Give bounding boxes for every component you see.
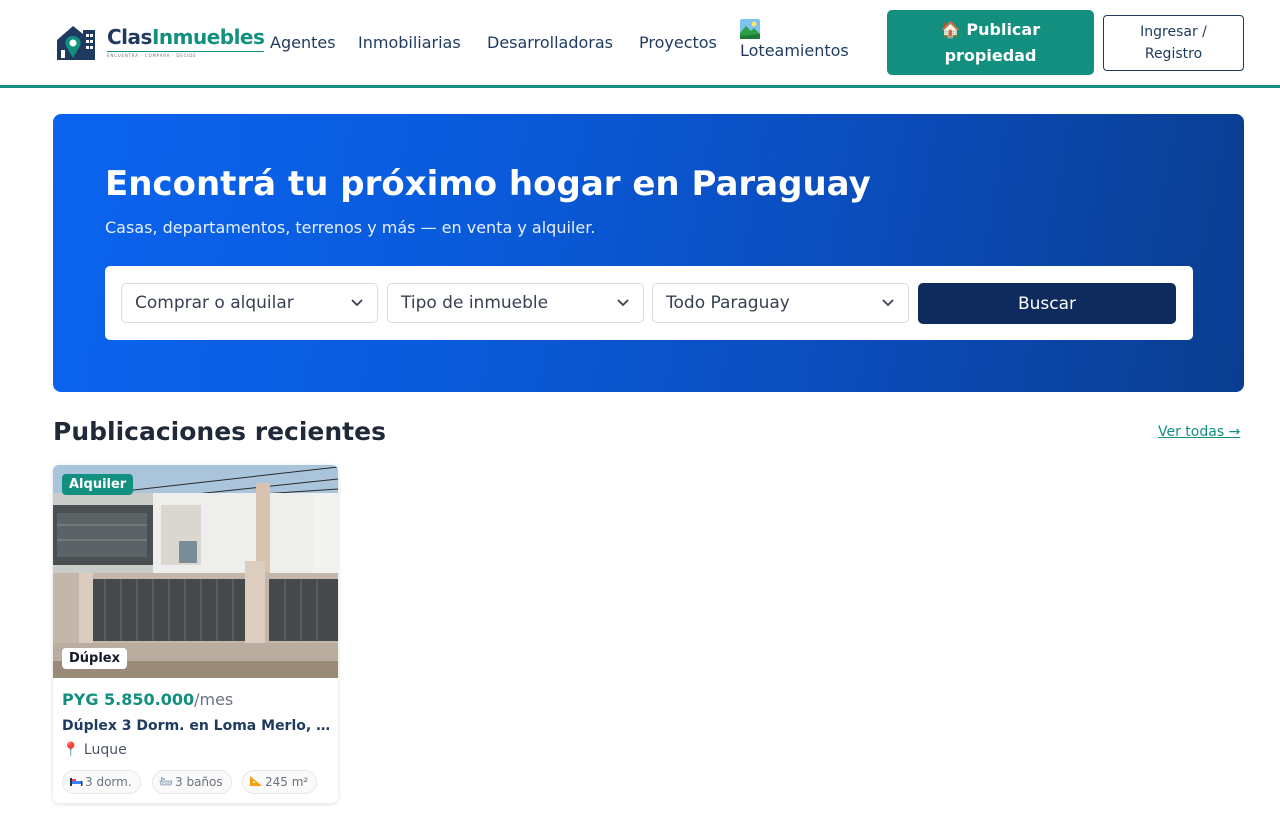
operation-select[interactable]: Comprar o alquilar [121, 283, 378, 323]
listing-location: 📍 Luque [62, 742, 127, 758]
nav-inmobiliarias[interactable]: Inmobiliarias [358, 33, 461, 52]
chevron-down-icon [617, 299, 629, 307]
hero-banner: Encontrá tu próximo hogar en Paraguay Ca… [53, 114, 1244, 392]
nav-agentes[interactable]: Agentes [270, 33, 336, 52]
search-button[interactable]: Buscar [918, 283, 1176, 324]
location-pin-icon: 📍 [62, 742, 80, 758]
property-type-select-value: Tipo de inmueble [401, 293, 549, 313]
bedrooms-value: 3 dorm. [85, 775, 132, 789]
login-label-line2: Registro [1144, 46, 1203, 62]
publicar-label-line2: propiedad [944, 45, 1037, 65]
hero-subtitle: Casas, departamentos, terrenos y más — e… [105, 218, 596, 237]
location-select-value: Todo Paraguay [666, 293, 790, 313]
listing-photo [53, 465, 338, 678]
area-value: 245 m² [265, 775, 309, 789]
nav-proyectos[interactable]: Proyectos [639, 33, 717, 52]
listing-price: PYG 5.850.000/mes [62, 690, 233, 709]
house-icon: 🏠 [940, 19, 961, 39]
property-type-badge: Dúplex [62, 648, 128, 669]
operation-select-value: Comprar o alquilar [135, 293, 294, 313]
listing-card[interactable]: Alquiler Dúplex PYG 5.850.000/mes Dúplex… [53, 465, 338, 803]
login-label-line1: Ingresar / [1140, 24, 1207, 40]
property-type-select[interactable]: Tipo de inmueble [387, 283, 644, 323]
bed-icon [70, 778, 83, 786]
listing-title[interactable]: Dúplex 3 Dorm. en Loma Merlo, Luque [62, 718, 332, 734]
ingresar-registro-button[interactable]: Ingresar / Registro [1103, 15, 1244, 71]
chevron-down-icon [351, 299, 363, 307]
logo-tagline: ENCUENTRA · COMPARA · DECIDE [107, 51, 265, 58]
price-amount: PYG 5.850.000 [62, 690, 195, 709]
search-bar: Comprar o alquilar Tipo de inmueble Todo… [105, 266, 1193, 340]
publicar-label-line1: Publicar [966, 19, 1041, 39]
bathrooms-value: 3 baños [175, 775, 223, 789]
chevron-down-icon [882, 299, 894, 307]
hero-title: Encontrá tu próximo hogar en Paraguay [105, 164, 871, 204]
see-all-link[interactable]: Ver todas → [1158, 424, 1240, 440]
logo[interactable]: ClasInmuebles ENCUENTRA · COMPARA · DECI… [53, 20, 265, 64]
operation-badge: Alquiler [62, 474, 134, 495]
area-chip: 245 m² [242, 770, 318, 794]
site-header: ClasInmuebles ENCUENTRA · COMPARA · DECI… [0, 0, 1280, 88]
publicar-propiedad-button[interactable]: 🏠 Publicar propiedad [887, 10, 1094, 75]
logo-wordmark: ClasInmuebles [107, 25, 265, 49]
location-select[interactable]: Todo Paraguay [652, 283, 909, 323]
landscape-icon [740, 19, 760, 39]
ruler-icon [250, 776, 262, 786]
nav-desarrolladoras[interactable]: Desarrolladoras [487, 33, 613, 52]
bedrooms-chip: 3 dorm. [62, 770, 141, 794]
bathrooms-chip: 3 baños [152, 770, 232, 794]
location-text: Luque [83, 742, 127, 758]
bathtub-icon [159, 777, 173, 786]
nav-loteamientos-label: Loteamientos [740, 41, 849, 60]
nav-loteamientos[interactable]: Loteamientos [740, 19, 849, 63]
logo-text: ClasInmuebles ENCUENTRA · COMPARA · DECI… [107, 25, 265, 58]
recent-listings-title: Publicaciones recientes [53, 417, 386, 446]
price-period: /mes [194, 690, 234, 709]
logo-house-pin-icon [57, 26, 95, 60]
